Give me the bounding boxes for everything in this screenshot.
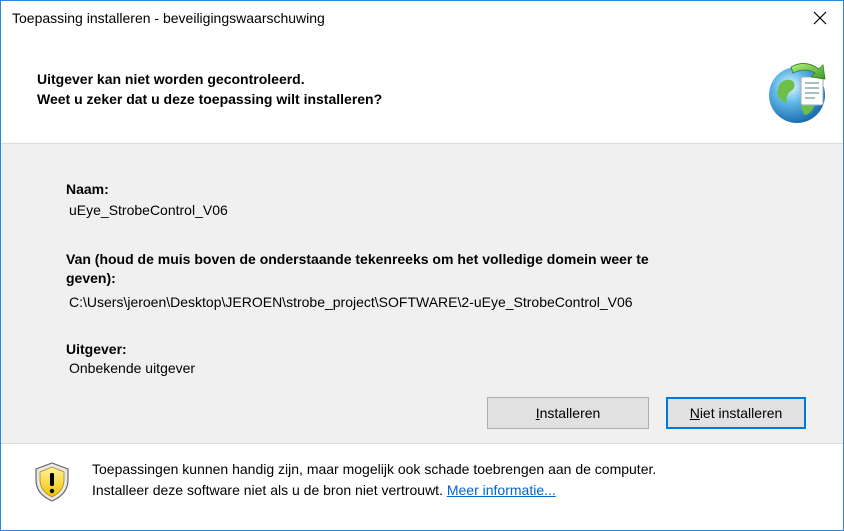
install-button[interactable]: Installeren <box>487 397 649 429</box>
more-info-link[interactable]: Meer informatie... <box>447 482 556 498</box>
warning-shield-icon <box>35 462 69 502</box>
warning-heading: Uitgever kan niet worden gecontroleerd. … <box>37 69 382 109</box>
publisher-value: Onbekende uitgever <box>69 360 196 376</box>
publisher-label: Uitgever: <box>66 341 127 357</box>
footer-line-2: Installeer deze software niet als u de b… <box>92 480 656 501</box>
window-title: Toepassing installeren - beveiligingswaa… <box>12 10 325 26</box>
from-label-line-1: Van (houd de muis boven de onderstaande … <box>66 251 649 267</box>
dialog-footer: Toepassingen kunnen handig zijn, maar mo… <box>1 443 843 530</box>
footer-line-1: Toepassingen kunnen handig zijn, maar mo… <box>92 461 657 477</box>
dont-install-accel-key: N <box>689 405 700 421</box>
footer-line-2-text: Installeer deze software niet als u de b… <box>92 482 443 498</box>
application-install-globe-icon <box>769 63 826 123</box>
install-label: nstalleren <box>539 405 601 421</box>
heading-line-2: Weet u zeker dat u deze toepassing wilt … <box>37 91 383 107</box>
dont-install-label: iet installeren <box>699 405 783 421</box>
from-label-line-2: geven): <box>66 270 116 286</box>
from-label: Van (houd de muis boven de onderstaande … <box>66 250 649 288</box>
dialog-header: Uitgever kan niet worden gecontroleerd. … <box>1 35 843 143</box>
close-button[interactable] <box>797 1 843 35</box>
from-value[interactable]: C:\Users\jeroen\Desktop\JEROEN\strobe_pr… <box>69 294 633 310</box>
name-label: Naam: <box>66 181 109 197</box>
close-icon <box>813 11 827 25</box>
title-bar: Toepassing installeren - beveiligingswaa… <box>1 1 843 35</box>
heading-line-1: Uitgever kan niet worden gecontroleerd. <box>37 71 305 87</box>
security-warning-dialog: Toepassing installeren - beveiligingswaa… <box>0 0 844 531</box>
footer-message: Toepassingen kunnen handig zijn, maar mo… <box>92 459 656 501</box>
name-value: uEye_StrobeControl_V06 <box>69 202 228 218</box>
dont-install-button[interactable]: Niet installeren <box>666 397 806 429</box>
details-panel: Naam: uEye_StrobeControl_V06 Van (houd d… <box>1 143 843 444</box>
